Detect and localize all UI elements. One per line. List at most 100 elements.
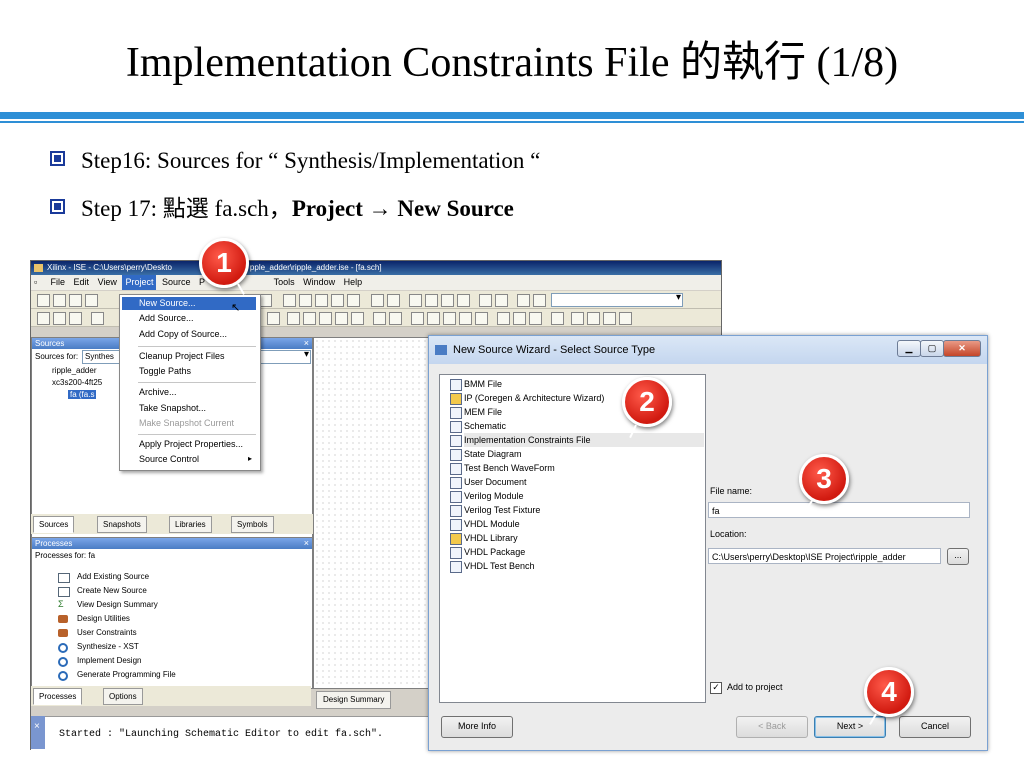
tab-design-summary[interactable]: Design Summary: [316, 691, 392, 709]
process-item[interactable]: Generate Programming File: [77, 670, 176, 679]
arc-icon[interactable]: [411, 312, 424, 325]
process-item[interactable]: View Design Summary: [77, 600, 158, 609]
tab-options[interactable]: Options: [103, 688, 143, 705]
simulate-stop-icon[interactable]: [619, 312, 632, 325]
close-icon[interactable]: ×: [304, 338, 309, 349]
help-pointer-icon[interactable]: [495, 294, 508, 307]
process-item[interactable]: Add Existing Source: [77, 572, 149, 581]
tree-item-fa-sch[interactable]: fa (fa.s: [68, 390, 97, 399]
cancel-button[interactable]: Cancel: [899, 716, 971, 738]
source-type-item[interactable]: VHDL Module: [464, 517, 520, 531]
select-pointer-icon[interactable]: [267, 312, 280, 325]
more-info-button[interactable]: More Info: [441, 716, 513, 738]
schematic-editor[interactable]: [313, 337, 435, 689]
zoom-in-icon[interactable]: [283, 294, 296, 307]
menu-item-toggle-paths[interactable]: Toggle Paths: [139, 366, 191, 376]
menu-item-add-copy[interactable]: Add Copy of Source...: [139, 329, 227, 339]
menu-item-archive[interactable]: Archive...: [139, 387, 177, 397]
source-type-item-selected[interactable]: Implementation Constraints File: [464, 433, 704, 447]
tab-snapshots[interactable]: Snapshots: [97, 516, 147, 533]
source-type-item[interactable]: State Diagram: [464, 447, 522, 461]
menu-view[interactable]: View: [95, 275, 120, 290]
maximize-icon[interactable]: ▢: [920, 340, 944, 357]
menu-tools[interactable]: Tools: [271, 275, 298, 290]
process-item[interactable]: Synthesize - XST: [77, 642, 139, 651]
simulate-icon[interactable]: [571, 312, 584, 325]
menu-item-cleanup[interactable]: Cleanup Project Files: [139, 351, 225, 361]
source-type-item[interactable]: BMM File: [464, 377, 502, 391]
add-bus-tap-icon[interactable]: [335, 312, 348, 325]
source-type-item[interactable]: VHDL Test Bench: [464, 559, 535, 573]
zoom-out-icon[interactable]: [299, 294, 312, 307]
process-item[interactable]: Create New Source: [77, 586, 147, 595]
layout-icon[interactable]: [441, 294, 454, 307]
new-file-icon[interactable]: [37, 294, 50, 307]
find-icon[interactable]: [347, 294, 360, 307]
source-type-item[interactable]: VHDL Library: [464, 531, 518, 545]
hierarchy-icon[interactable]: [513, 312, 526, 325]
menu-window[interactable]: Window: [300, 275, 338, 290]
add-symbol-icon[interactable]: [373, 312, 386, 325]
symbol-icon[interactable]: [53, 312, 66, 325]
source-type-item[interactable]: Verilog Module: [464, 489, 524, 503]
process-item[interactable]: User Constraints: [77, 628, 137, 637]
add-net-name-icon[interactable]: [303, 312, 316, 325]
menu-item-apply-properties[interactable]: Apply Project Properties...: [139, 439, 243, 449]
check-icon[interactable]: [69, 312, 82, 325]
refresh-icon[interactable]: [371, 294, 384, 307]
source-type-item[interactable]: Verilog Test Fixture: [464, 503, 540, 517]
menu-project[interactable]: Project: [122, 275, 157, 290]
binoculars-icon[interactable]: [517, 294, 530, 307]
close-icon[interactable]: ✕: [943, 340, 981, 357]
tab-symbols[interactable]: Symbols: [231, 516, 274, 533]
search-combo[interactable]: [551, 292, 683, 307]
console-close-bar[interactable]: ×: [31, 716, 45, 749]
menu-item-source-control[interactable]: Source Control: [139, 454, 199, 464]
menu-item-add-source[interactable]: Add Source...: [139, 313, 194, 323]
tab-libraries[interactable]: Libraries: [169, 516, 212, 533]
image-icon[interactable]: [497, 312, 510, 325]
source-type-item[interactable]: User Document: [464, 475, 527, 489]
add-to-project-checkbox[interactable]: ✓: [710, 682, 722, 694]
close-icon[interactable]: ×: [304, 538, 309, 549]
process-item[interactable]: Design Utilities: [77, 614, 130, 623]
zoom-fit-icon[interactable]: [315, 294, 328, 307]
line-icon[interactable]: [443, 312, 456, 325]
tree-item-device[interactable]: xc3s200-4ft25: [52, 378, 102, 387]
source-type-item[interactable]: VHDL Package: [464, 545, 525, 559]
rename-icon[interactable]: [319, 312, 332, 325]
next-button[interactable]: Next >: [814, 716, 886, 738]
location-input[interactable]: C:\Users\perry\Desktop\ISE Project\rippl…: [708, 548, 941, 564]
menu-item-take-snapshot[interactable]: Take Snapshot...: [139, 403, 206, 413]
pencil-icon[interactable]: [551, 312, 564, 325]
process-item[interactable]: Implement Design: [77, 656, 141, 665]
open-folder-icon[interactable]: [53, 294, 66, 307]
tab-processes[interactable]: Processes: [33, 688, 83, 705]
save-all-icon[interactable]: [85, 294, 98, 307]
add-wire-icon[interactable]: [287, 312, 300, 325]
close-icon[interactable]: ×: [31, 721, 40, 732]
search-icon[interactable]: [533, 294, 546, 307]
menu-edit[interactable]: Edit: [71, 275, 93, 290]
menu-help[interactable]: Help: [341, 275, 366, 290]
menu-file[interactable]: File: [48, 275, 69, 290]
menu-source[interactable]: Source: [159, 275, 194, 290]
add-instance-icon[interactable]: [389, 312, 402, 325]
browse-button[interactable]: ...: [947, 548, 969, 565]
source-type-item[interactable]: IP (Coregen & Architecture Wizard): [464, 391, 604, 405]
cascade-icon[interactable]: [409, 294, 422, 307]
view-icon[interactable]: [387, 294, 400, 307]
wrench-icon[interactable]: [479, 294, 492, 307]
source-type-item[interactable]: MEM File: [464, 405, 502, 419]
source-type-item[interactable]: Schematic: [464, 419, 506, 433]
add-io-marker-icon[interactable]: [351, 312, 364, 325]
properties-icon[interactable]: [37, 312, 50, 325]
zoom-area-icon[interactable]: [331, 294, 344, 307]
circle-icon[interactable]: [427, 312, 440, 325]
minimize-icon[interactable]: ▁: [897, 340, 921, 357]
tree-item-project[interactable]: ripple_adder: [52, 366, 96, 375]
source-type-item[interactable]: Test Bench WaveForm: [464, 461, 555, 475]
text-icon[interactable]: [475, 312, 488, 325]
tile-icon[interactable]: [425, 294, 438, 307]
push-icon[interactable]: [529, 312, 542, 325]
